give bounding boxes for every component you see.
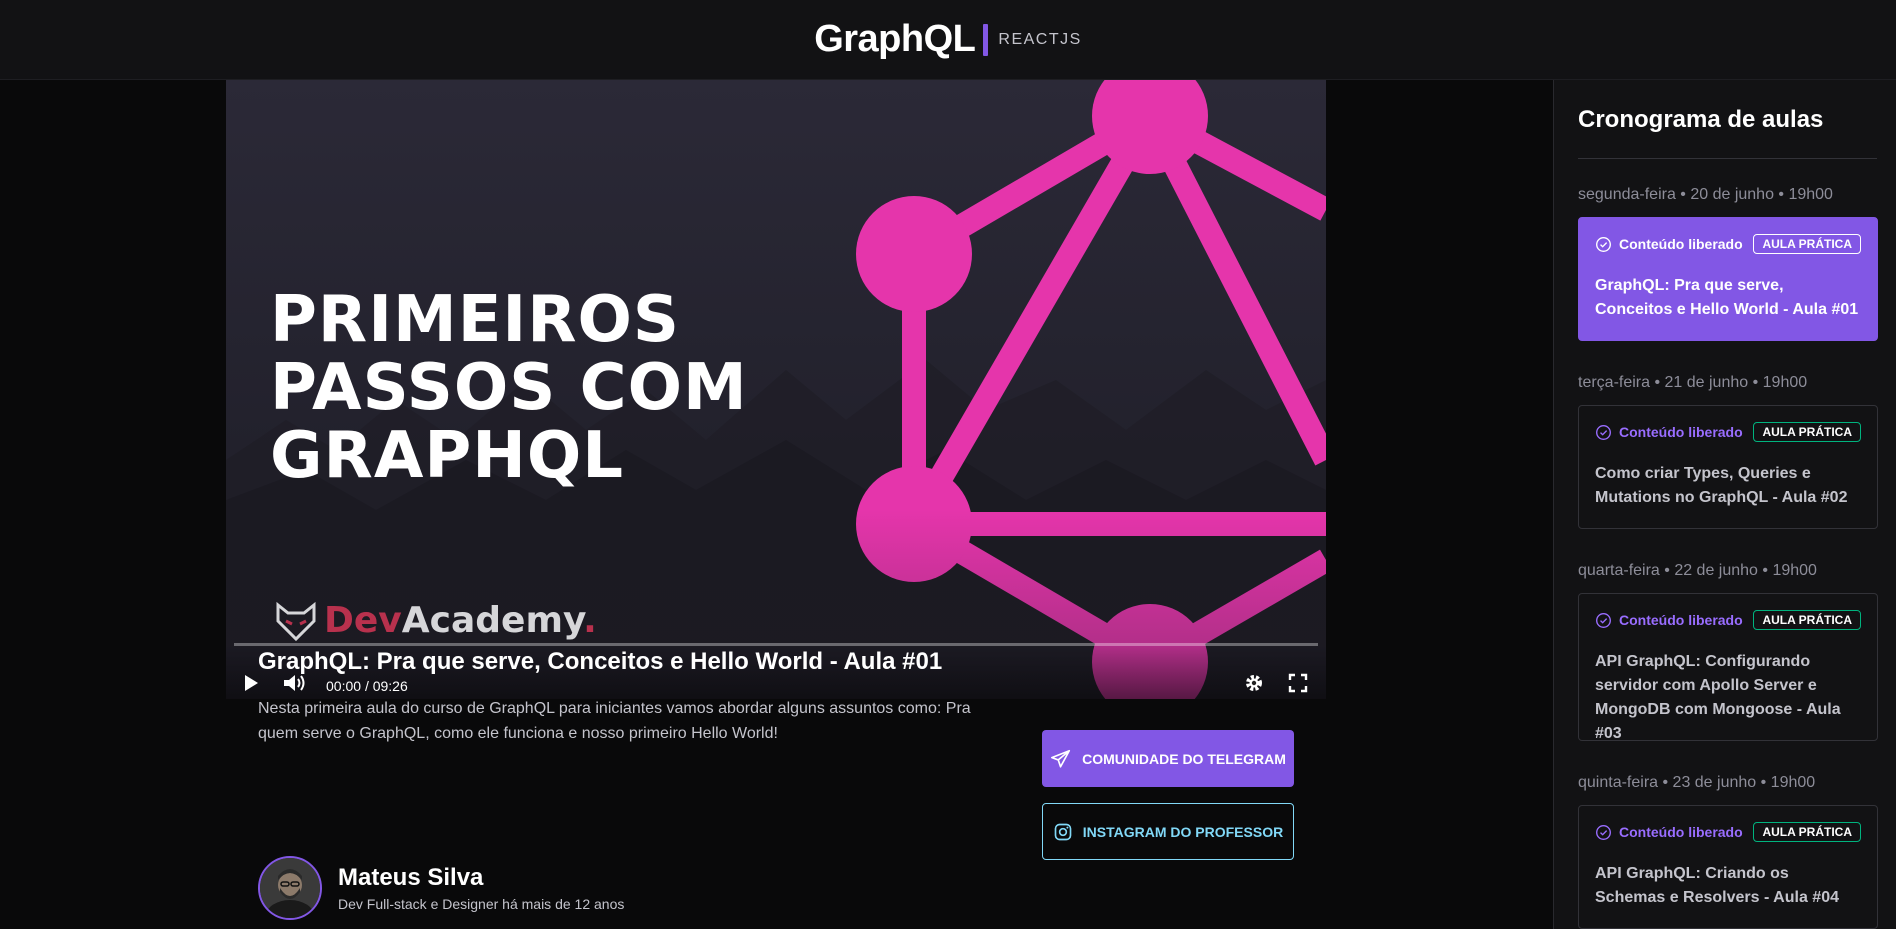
video-headline-line: PASSOS COM — [270, 351, 748, 425]
teacher-name: Mateus Silva — [338, 864, 484, 891]
header: GraphQL REACTJS — [0, 0, 1896, 80]
instagram-button-label: INSTAGRAM DO PROFESSOR — [1082, 823, 1284, 840]
telegram-community-button[interactable]: COMUNIDADE DO TELEGRAM — [1042, 730, 1294, 787]
video-headline: PRIMEIROS PASSOS COM GRAPHQL — [270, 286, 830, 490]
lesson-type-badge: AULA PRÁTICA — [1753, 822, 1861, 842]
lesson-type-badge: AULA PRÁTICA — [1753, 422, 1861, 442]
settings-button[interactable] — [1244, 666, 1264, 699]
video-progress-bar[interactable] — [234, 643, 1318, 646]
sidebar-title: Cronograma de aulas — [1578, 106, 1824, 133]
logo-dev-text: Dev — [324, 600, 402, 641]
video-headline-line: PRIMEIROS — [270, 283, 680, 357]
lesson-card-active[interactable]: Conteúdo liberado AULA PRÁTICA GraphQL: … — [1578, 217, 1878, 341]
lesson-status-label: Conteúdo liberado — [1619, 424, 1743, 440]
devacademy-logo: DevAcademy. — [274, 600, 597, 641]
check-circle-icon — [1596, 236, 1611, 252]
logo-academy-text: Academy — [401, 600, 584, 641]
lesson-card-title: API GraphQL: Configurando servidor com A… — [1595, 653, 1841, 742]
brand-divider — [983, 23, 989, 56]
lesson-card-title: Como criar Types, Queries e Mutations no… — [1595, 465, 1848, 506]
play-button[interactable] — [240, 666, 260, 699]
lesson-status: Conteúdo liberado — [1595, 612, 1743, 629]
lesson-card[interactable]: Conteúdo liberado AULA PRÁTICA API Graph… — [1578, 593, 1878, 742]
lesson-status-label: Conteúdo liberado — [1619, 824, 1743, 840]
lesson-info: GraphQL: Pra que serve, Conceitos e Hell… — [258, 648, 998, 746]
gear-icon — [1246, 675, 1262, 691]
fullscreen-icon — [1288, 673, 1308, 693]
instagram-teacher-button[interactable]: INSTAGRAM DO PROFESSOR — [1042, 803, 1294, 860]
lesson-card[interactable]: Conteúdo liberado AULA PRÁTICA Como cria… — [1578, 405, 1878, 529]
fox-logo-icon — [276, 601, 316, 641]
check-circle-icon — [1596, 612, 1611, 628]
lesson-date: segunda-feira • 20 de junho • 19h00 — [1578, 186, 1833, 203]
logo-dot-text: . — [583, 600, 597, 641]
paper-plane-icon — [1051, 749, 1071, 768]
play-icon — [245, 675, 258, 691]
instagram-icon — [1054, 823, 1072, 840]
lesson-card-title: API GraphQL: Criando os Schemas e Resolv… — [1595, 865, 1839, 906]
brand-subtitle: REACTJS — [998, 30, 1082, 48]
lesson-title: GraphQL: Pra que serve, Conceitos e Hell… — [258, 648, 943, 675]
fullscreen-button[interactable] — [1288, 666, 1308, 699]
lesson-status: Conteúdo liberado — [1595, 424, 1743, 441]
lesson-description: Nesta primeira aula do curso de GraphQL … — [258, 700, 971, 742]
avatar — [258, 856, 322, 920]
sidebar-divider — [1578, 158, 1877, 159]
check-circle-icon — [1596, 824, 1611, 840]
lesson-type-badge: AULA PRÁTICA — [1753, 610, 1861, 630]
lesson-status: Conteúdo liberado — [1595, 236, 1743, 253]
lesson-date: quarta-feira • 22 de junho • 19h00 — [1578, 562, 1817, 579]
lesson-date: terça-feira • 21 de junho • 19h00 — [1578, 374, 1808, 391]
telegram-button-label: COMUNIDADE DO TELEGRAM — [1082, 750, 1286, 767]
video-player[interactable]: PRIMEIROS PASSOS COM GRAPHQL DevAcademy. — [226, 80, 1326, 699]
lesson-card-title: GraphQL: Pra que serve, Conceitos e Hell… — [1595, 277, 1859, 318]
check-circle-icon — [1596, 424, 1611, 440]
main-content: PRIMEIROS PASSOS COM GRAPHQL DevAcademy. — [0, 80, 1553, 929]
lesson-status-label: Conteúdo liberado — [1619, 612, 1743, 628]
teacher-role: Dev Full-stack e Designer há mais de 12 … — [338, 896, 625, 912]
brand-logo[interactable]: GraphQL REACTJS — [814, 18, 1082, 61]
lesson-status-label: Conteúdo liberado — [1619, 236, 1743, 252]
video-headline-line: GRAPHQL — [270, 419, 624, 493]
lesson-schedule-sidebar: Cronograma de aulas segunda-feira • 20 d… — [1553, 80, 1896, 929]
lesson-status: Conteúdo liberado — [1595, 824, 1743, 841]
lesson-card[interactable]: Conteúdo liberado AULA PRÁTICA API Graph… — [1578, 805, 1878, 929]
lesson-type-badge: AULA PRÁTICA — [1753, 234, 1861, 254]
brand-name: GraphQL — [814, 18, 976, 60]
lesson-date: quinta-feira • 23 de junho • 19h00 — [1578, 774, 1816, 791]
teacher-info: Mateus Silva Dev Full-stack e Designer h… — [258, 856, 624, 920]
teacher-photo — [260, 858, 320, 918]
